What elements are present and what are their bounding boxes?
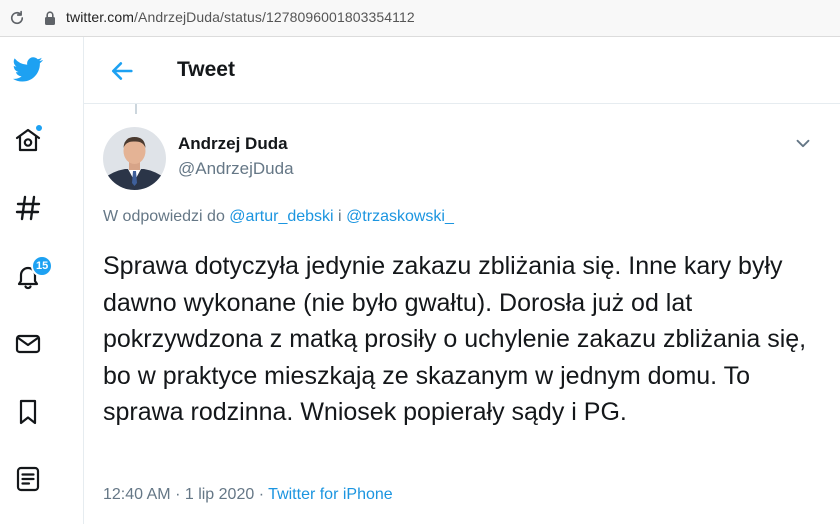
tweet-metadata: 12:40 AM · 1 lip 2020 · Twitter for iPho… (103, 486, 393, 504)
meta-separator: · (175, 486, 181, 503)
twitter-bird-icon (13, 57, 43, 82)
page-header: Tweet (84, 37, 840, 104)
tweet-date[interactable]: 1 lip 2020 (185, 486, 254, 503)
reply-joiner: i (338, 208, 342, 225)
reload-icon[interactable] (8, 9, 26, 27)
browser-address-bar: twitter.com/AndrzejDuda/status/127809600… (0, 0, 840, 37)
reply-prefix: W odpowiedzi do (103, 208, 225, 225)
notification-count-badge: 15 (31, 255, 54, 277)
page-title: Tweet (177, 58, 235, 81)
bookmark-icon (19, 399, 37, 425)
url-field[interactable]: twitter.com/AndrzejDuda/status/127809600… (66, 9, 415, 25)
author-avatar-image (103, 127, 166, 190)
list-icon (16, 466, 40, 492)
tweet-text: Sprawa dotyczyła jedynie zakazu zbliżani… (103, 252, 807, 426)
tweet-time[interactable]: 12:40 AM (103, 486, 171, 503)
chevron-down-icon[interactable] (792, 132, 814, 154)
mention-link-artur-debski[interactable]: @artur_debski (229, 208, 333, 225)
back-arrow-icon[interactable] (108, 57, 136, 85)
meta-separator: · (258, 486, 265, 503)
sidebar-item-messages[interactable] (9, 325, 47, 363)
unread-dot (35, 124, 43, 132)
url-path: /AndrzejDuda/status/1278096001803354112 (134, 9, 415, 25)
replying-to-line: W odpowiedzi do @artur_debski i @trzasko… (103, 208, 454, 226)
tweet-detail-column: Tweet Andrzej Duda @AndrzejDuda W odpowi… (83, 37, 840, 524)
sidebar-item-home[interactable] (9, 121, 47, 159)
author-handle[interactable]: @AndrzejDuda (178, 159, 294, 179)
envelope-icon (15, 334, 41, 354)
author-name[interactable]: Andrzej Duda (178, 134, 288, 154)
sidebar-item-bookmarks[interactable] (9, 393, 47, 431)
sidebar-nav: 15 (0, 37, 83, 524)
sidebar-item-notifications[interactable]: 15 (9, 255, 54, 295)
url-host: twitter.com (66, 9, 135, 25)
avatar[interactable] (103, 127, 166, 190)
sidebar-item-lists[interactable] (9, 460, 47, 498)
thread-connector-line (135, 104, 137, 114)
hashtag-icon (15, 195, 41, 221)
mention-link-trzaskowski[interactable]: @trzaskowski_ (346, 208, 454, 225)
twitter-logo[interactable] (9, 50, 47, 88)
sidebar-item-explore[interactable] (9, 189, 47, 227)
lock-icon[interactable] (43, 10, 57, 26)
tweet-source-link[interactable]: Twitter for iPhone (268, 486, 393, 503)
